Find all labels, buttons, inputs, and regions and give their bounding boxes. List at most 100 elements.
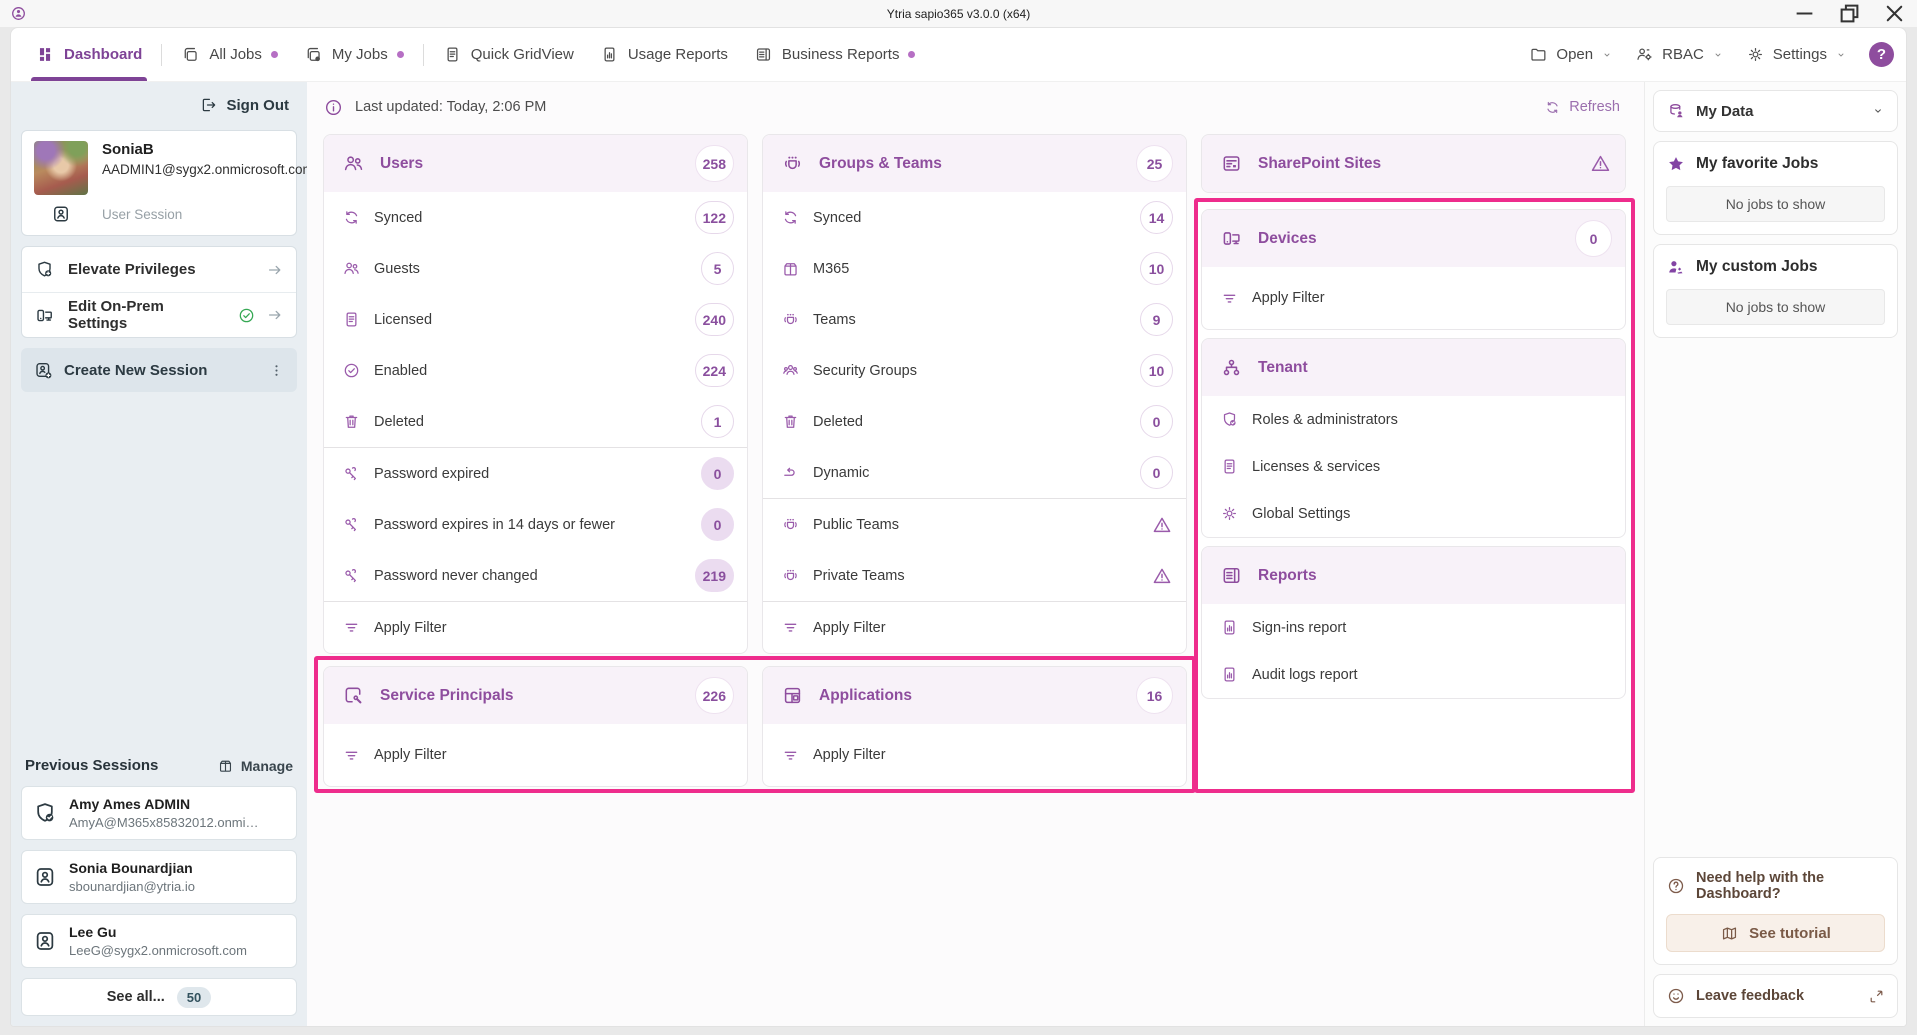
tenant-roles-administrators[interactable]: Roles & administrators <box>1202 396 1625 443</box>
users-row-enabled[interactable]: Enabled 224 <box>324 345 747 396</box>
users-card-header[interactable]: Users 258 <box>324 135 747 192</box>
users-row-password-never-changed[interactable]: Password never changed 219 <box>324 550 747 601</box>
previous-session-item[interactable]: Amy Ames ADMIN AmyA@M365x85832012.onmicr… <box>21 786 297 840</box>
folder-icon <box>1529 45 1548 64</box>
help-button[interactable]: ? <box>1869 42 1894 67</box>
notification-dot <box>271 51 278 58</box>
favorite-jobs-empty-state: No jobs to show <box>1666 186 1885 222</box>
card-title: Applications <box>819 687 912 705</box>
settings-menu[interactable]: Settings <box>1746 45 1847 64</box>
count-badge: 14 <box>1140 201 1173 234</box>
previous-sessions-header: Previous Sessions Manage <box>21 757 297 776</box>
keys-icon <box>342 515 361 534</box>
current-session-card: SoniaB AADMIN1@sygx2.onmicrosoft.com Use… <box>21 130 297 236</box>
create-new-session-button[interactable]: Create New Session <box>21 348 297 392</box>
keys-icon <box>342 566 361 585</box>
devices-header[interactable]: Devices 0 <box>1202 210 1625 267</box>
sign-out-button[interactable]: Sign Out <box>21 90 297 120</box>
devices-icon <box>1220 227 1243 250</box>
keys-icon <box>342 464 361 483</box>
right-sidebar: My Data My favorite Jobs No jobs to show… <box>1644 82 1906 1026</box>
manage-sessions-button[interactable]: Manage <box>217 757 293 774</box>
tenant-header[interactable]: Tenant <box>1202 339 1625 396</box>
close-button[interactable] <box>1872 0 1917 27</box>
groups-row-deleted[interactable]: Deleted 0 <box>763 396 1186 447</box>
tenant-licenses-services[interactable]: Licenses & services <box>1202 443 1625 490</box>
open-menu[interactable]: Open <box>1529 45 1613 64</box>
tab-quick-gridview[interactable]: Quick GridView <box>430 28 587 81</box>
sidebar-spacer <box>21 402 297 747</box>
service-principals-apply-filter[interactable]: Apply Filter <box>324 724 747 786</box>
previous-session-name: Amy Ames ADMIN <box>69 796 259 812</box>
teams-icon <box>781 566 800 585</box>
previous-session-item[interactable]: Sonia Bounardjian sbounardjian@ytria.io <box>21 850 297 904</box>
row-label: Security Groups <box>813 363 917 379</box>
kebab-menu-icon[interactable] <box>268 362 285 379</box>
database-icon <box>1666 101 1686 121</box>
groups-row-private-teams[interactable]: Private Teams <box>763 550 1186 601</box>
count-badge: 0 <box>701 457 734 490</box>
tab-usage-reports[interactable]: Usage Reports <box>587 28 741 81</box>
session-identity: SoniaB AADMIN1@sygx2.onmicrosoft.com <box>102 141 314 195</box>
minimize-button[interactable] <box>1782 0 1827 27</box>
tenant-global-settings[interactable]: Global Settings <box>1202 490 1625 537</box>
see-all-sessions-button[interactable]: See all... 50 <box>21 978 297 1016</box>
edit-onprem-settings-button[interactable]: Edit On-Prem Settings <box>22 292 296 337</box>
count-badge: 10 <box>1140 252 1173 285</box>
groups-row-dynamic[interactable]: Dynamic 0 <box>763 447 1186 498</box>
groups-row-security-groups[interactable]: Security Groups 10 <box>763 345 1186 396</box>
title-bar: Ytria sapio365 v3.0.0 (x64) <box>0 0 1917 27</box>
tab-business-reports[interactable]: Business Reports <box>741 28 929 81</box>
info-icon <box>323 97 344 118</box>
sharepoint-sites-card: SharePoint Sites <box>1201 134 1626 193</box>
see-tutorial-button[interactable]: See tutorial <box>1666 914 1885 952</box>
service-principals-header[interactable]: Service Principals 226 <box>324 667 747 724</box>
devices-apply-filter[interactable]: Apply Filter <box>1202 267 1625 329</box>
dashboard-icon <box>36 45 55 64</box>
groups-row-public-teams[interactable]: Public Teams <box>763 499 1186 550</box>
reports-sign-ins[interactable]: Sign-ins report <box>1202 604 1625 651</box>
groups-row-m365[interactable]: M365 10 <box>763 243 1186 294</box>
users-row-guests[interactable]: Guests 5 <box>324 243 747 294</box>
row-label: Synced <box>374 210 422 226</box>
applications-apply-filter[interactable]: Apply Filter <box>763 724 1186 786</box>
applications-header[interactable]: Applications 16 <box>763 667 1186 724</box>
leave-feedback-button[interactable]: Leave feedback <box>1653 974 1898 1018</box>
dynamic-icon <box>781 463 800 482</box>
elevate-privileges-button[interactable]: Elevate Privileges <box>22 247 296 292</box>
avatar <box>34 141 88 195</box>
users-apply-filter[interactable]: Apply Filter <box>324 602 747 653</box>
sharepoint-sites-header[interactable]: SharePoint Sites <box>1202 135 1625 192</box>
previous-session-item[interactable]: Lee Gu LeeG@sygx2.onmicrosoft.com <box>21 914 297 968</box>
users-row-password-expires-14[interactable]: Password expires in 14 days or fewer 0 <box>324 499 747 550</box>
groups-row-synced[interactable]: Synced 14 <box>763 192 1186 243</box>
groups-apply-filter[interactable]: Apply Filter <box>763 602 1186 653</box>
sync-icon <box>342 208 361 227</box>
restore-button[interactable] <box>1827 0 1872 27</box>
row-label: Private Teams <box>813 568 905 584</box>
tab-dashboard[interactable]: Dashboard <box>23 28 155 81</box>
users-row-deleted[interactable]: Deleted 1 <box>324 396 747 447</box>
session-type-label: User Session <box>102 207 314 222</box>
refresh-button[interactable]: Refresh <box>1544 99 1620 116</box>
tab-all-jobs[interactable]: All Jobs <box>168 28 291 81</box>
users-row-synced[interactable]: Synced 122 <box>324 192 747 243</box>
nav-separator <box>423 44 424 66</box>
tab-label: Usage Reports <box>628 46 728 63</box>
users-row-password-expired[interactable]: Password expired 0 <box>324 448 747 499</box>
devices-icon <box>34 305 55 326</box>
service-principals-count-badge: 226 <box>695 677 734 714</box>
tab-label: Dashboard <box>64 46 142 63</box>
manage-icon <box>217 757 234 774</box>
previous-session-name: Lee Gu <box>69 924 247 940</box>
groups-row-teams[interactable]: Teams 9 <box>763 294 1186 345</box>
users-row-licensed[interactable]: Licensed 240 <box>324 294 747 345</box>
applications-card: Applications 16 Apply Filter <box>762 666 1187 787</box>
reports-header[interactable]: Reports <box>1202 547 1625 604</box>
tab-my-jobs[interactable]: My Jobs <box>291 28 417 81</box>
rbac-menu[interactable]: RBAC <box>1635 45 1724 64</box>
teams-icon <box>781 515 800 534</box>
my-data-toggle[interactable]: My Data <box>1653 90 1898 132</box>
groups-teams-header[interactable]: Groups & Teams 25 <box>763 135 1186 192</box>
reports-audit-logs[interactable]: Audit logs report <box>1202 651 1625 698</box>
